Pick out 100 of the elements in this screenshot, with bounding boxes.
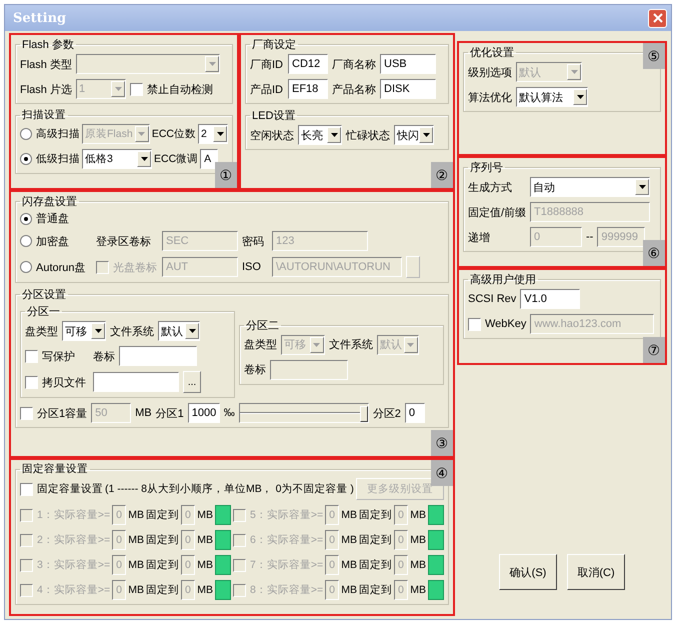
checkbox-label: 3：实际容量>= bbox=[37, 558, 110, 572]
group-title: 优化设置 bbox=[469, 46, 515, 60]
color-swatch[interactable] bbox=[428, 505, 444, 525]
dropdown[interactable]: 2 bbox=[198, 124, 228, 144]
group-title: 序列号 bbox=[469, 160, 504, 175]
text-field[interactable]: DISK bbox=[380, 79, 436, 99]
text-field[interactable]: USB bbox=[380, 54, 436, 74]
checkbox-label: 5：实际容量>= bbox=[250, 508, 324, 522]
text-field[interactable] bbox=[119, 346, 197, 366]
callout-number: ⑥ bbox=[643, 240, 665, 266]
field-label: MB bbox=[410, 584, 426, 596]
checkbox[interactable] bbox=[25, 376, 38, 388]
checkbox-label: 1：实际容量>= bbox=[37, 508, 110, 522]
radio-button[interactable] bbox=[20, 153, 32, 165]
text-field[interactable]: 0 bbox=[404, 403, 425, 423]
caret-icon bbox=[140, 157, 148, 161]
group-title: 高级用户使用 bbox=[469, 272, 537, 287]
group-title: 厂商设定 bbox=[251, 38, 297, 52]
text-field[interactable]: 1000 bbox=[188, 403, 220, 423]
dialog-button[interactable]: 确认(S) bbox=[499, 554, 557, 590]
text-field[interactable]: V1.0 bbox=[520, 289, 580, 309]
color-swatch[interactable] bbox=[214, 505, 231, 525]
color-swatch[interactable] bbox=[428, 530, 444, 550]
field-label: 固定到 bbox=[359, 533, 392, 547]
field-label: ‰ bbox=[224, 407, 235, 419]
slider[interactable] bbox=[238, 403, 369, 423]
checkbox-label: 2：实际容量>= bbox=[37, 533, 110, 547]
radio-label: 普通盘 bbox=[36, 212, 69, 226]
field-label: MB bbox=[128, 534, 144, 546]
dropdown[interactable]: 长亮 bbox=[298, 125, 342, 145]
text-field[interactable]: A bbox=[200, 149, 218, 169]
field-label: 级别选项 bbox=[468, 66, 512, 80]
slider-thumb[interactable] bbox=[360, 406, 368, 422]
text-field[interactable] bbox=[93, 372, 179, 392]
field-label: MB bbox=[410, 509, 426, 521]
field-label: MB bbox=[128, 584, 144, 596]
radio-button[interactable] bbox=[20, 235, 32, 247]
field-label: 固定到 bbox=[359, 583, 392, 597]
callout-number: ③ bbox=[431, 430, 453, 456]
checkbox[interactable] bbox=[130, 82, 143, 96]
checkbox-label: 6：实际容量>= bbox=[250, 533, 324, 547]
group-title: 固定容量设置 bbox=[21, 462, 89, 476]
field-label: 产品名称 bbox=[332, 82, 376, 96]
field-label: 固定到 bbox=[146, 558, 180, 572]
group-title: 分区一 bbox=[26, 305, 61, 319]
caret-icon bbox=[407, 342, 414, 346]
caret-icon bbox=[188, 329, 196, 333]
field-label: 固定到 bbox=[359, 508, 392, 522]
dropdown[interactable]: 默认 bbox=[158, 321, 200, 341]
close-button[interactable] bbox=[648, 8, 667, 28]
radio-button[interactable] bbox=[20, 212, 32, 224]
dialog-button[interactable]: 取消(C) bbox=[567, 554, 625, 590]
radio-label: 低级扫描 bbox=[36, 152, 80, 166]
color-swatch[interactable] bbox=[428, 580, 444, 600]
field-label: 分区2 bbox=[372, 406, 401, 420]
checkbox-label: 禁止自动检测 bbox=[147, 82, 213, 96]
field-label: 文件系统 bbox=[328, 338, 373, 352]
checkbox[interactable] bbox=[20, 482, 33, 496]
group-title: 分区设置 bbox=[21, 288, 67, 302]
color-swatch[interactable] bbox=[214, 530, 231, 550]
field-label: ECC微调 bbox=[154, 152, 198, 166]
field-label: 卷标 bbox=[244, 363, 266, 377]
radio-label: 高级扫描 bbox=[36, 127, 80, 141]
dropdown[interactable]: 低格3 bbox=[82, 149, 152, 169]
field-label: 固定值/前缀 bbox=[468, 206, 526, 220]
caret-icon bbox=[313, 342, 320, 346]
checkbox-label: 8：实际容量>= bbox=[250, 583, 324, 597]
field-label: MB bbox=[128, 559, 144, 571]
group-title: 分区二 bbox=[244, 318, 280, 332]
dropdown[interactable]: 自动 bbox=[530, 177, 650, 197]
radio-button[interactable] bbox=[20, 128, 32, 140]
text-field[interactable]: CD12 bbox=[288, 54, 328, 74]
field-label: 密码 bbox=[242, 234, 265, 248]
dropdown[interactable]: 默认算法 bbox=[516, 87, 588, 107]
field-label: 卷标 bbox=[93, 350, 115, 364]
dropdown[interactable]: 快闪 bbox=[394, 125, 434, 145]
color-swatch[interactable] bbox=[214, 555, 231, 575]
field-label: ECC位数 bbox=[152, 127, 196, 141]
checkbox-label: 写保护 bbox=[42, 350, 75, 364]
checkbox[interactable] bbox=[20, 406, 33, 420]
text-field[interactable]: EF18 bbox=[288, 79, 328, 99]
checkbox[interactable] bbox=[25, 350, 38, 362]
dropdown[interactable]: 可移 bbox=[62, 321, 106, 341]
browse-button[interactable]: ... bbox=[183, 371, 201, 393]
color-swatch[interactable] bbox=[428, 555, 444, 575]
field-label: 登录区卷标 bbox=[96, 234, 152, 248]
radio-button[interactable] bbox=[20, 261, 32, 273]
radio-label: Autorun盘 bbox=[36, 260, 86, 274]
group-title: 扫描设置 bbox=[21, 108, 67, 122]
radio-label: 加密盘 bbox=[36, 234, 69, 248]
checkbox[interactable] bbox=[468, 318, 481, 330]
callout-number: ⑤ bbox=[643, 43, 665, 69]
field-label: 厂商名称 bbox=[332, 58, 376, 72]
caret-icon bbox=[138, 132, 146, 136]
field-label: MB bbox=[341, 509, 358, 521]
checkbox-label: 固定容量设置 bbox=[37, 482, 103, 496]
field-label: 固定到 bbox=[146, 508, 180, 522]
callout-number: ② bbox=[431, 162, 453, 188]
field-label: 分区1 bbox=[156, 406, 184, 420]
color-swatch[interactable] bbox=[214, 580, 231, 600]
